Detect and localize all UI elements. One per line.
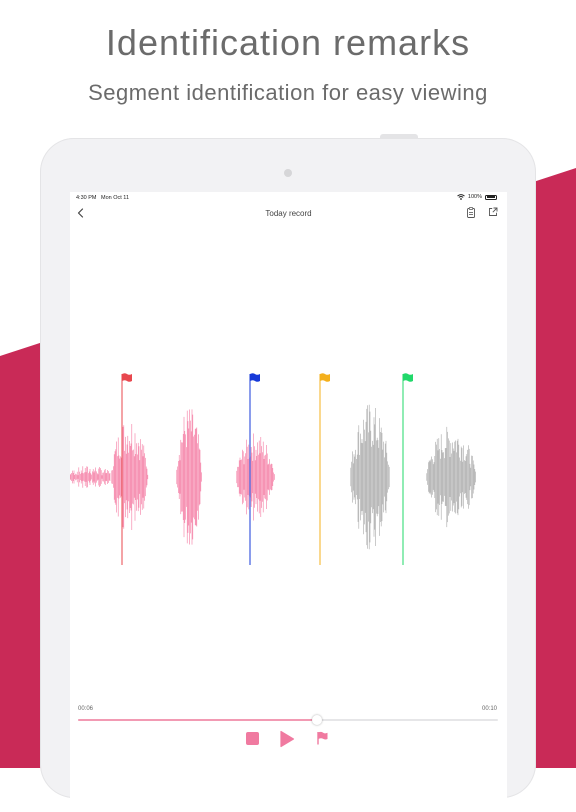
- segment-marker[interactable]: [319, 373, 330, 565]
- audio-waveform[interactable]: [70, 372, 507, 582]
- status-right: 100%: [457, 194, 497, 200]
- stop-button[interactable]: [246, 732, 259, 745]
- player-controls: [70, 728, 507, 752]
- progress-track[interactable]: [78, 715, 498, 725]
- subheadline: Segment identification for easy viewing: [88, 80, 488, 105]
- clipboard-icon[interactable]: [466, 207, 476, 218]
- nav-title: Today record: [265, 209, 312, 218]
- time-end: 00:10: [481, 706, 497, 712]
- wifi-icon: [457, 194, 465, 200]
- segment-marker[interactable]: [402, 373, 413, 565]
- tablet-frame: 4:30 PM Mon Oct 11 100% Today record 00:…: [40, 138, 536, 812]
- flag-icon[interactable]: [250, 373, 260, 382]
- progress-fill: [78, 719, 318, 721]
- share-icon[interactable]: [488, 207, 498, 217]
- headline: Identification remarks: [105, 22, 471, 63]
- app-screen: 4:30 PM Mon Oct 11 100% Today record 00:…: [70, 192, 507, 812]
- progress-thumb[interactable]: [312, 715, 323, 725]
- camera-dot: [284, 169, 292, 177]
- flag-icon[interactable]: [122, 373, 132, 382]
- add-flag-button[interactable]: [315, 731, 329, 745]
- status-bar: 4:30 PM Mon Oct 11 100%: [70, 192, 507, 204]
- status-time: 4:30 PM: [76, 195, 97, 201]
- play-button[interactable]: [279, 730, 295, 748]
- flag-icon[interactable]: [403, 373, 413, 382]
- waveform-bars: [70, 404, 476, 550]
- time-start: 00:06: [78, 706, 94, 712]
- battery-percent: 100%: [467, 194, 482, 200]
- flag-icon[interactable]: [320, 373, 330, 382]
- battery-icon: [485, 194, 497, 200]
- nav-bar: Today record: [70, 204, 507, 224]
- status-date: Mon Oct 11: [101, 195, 130, 201]
